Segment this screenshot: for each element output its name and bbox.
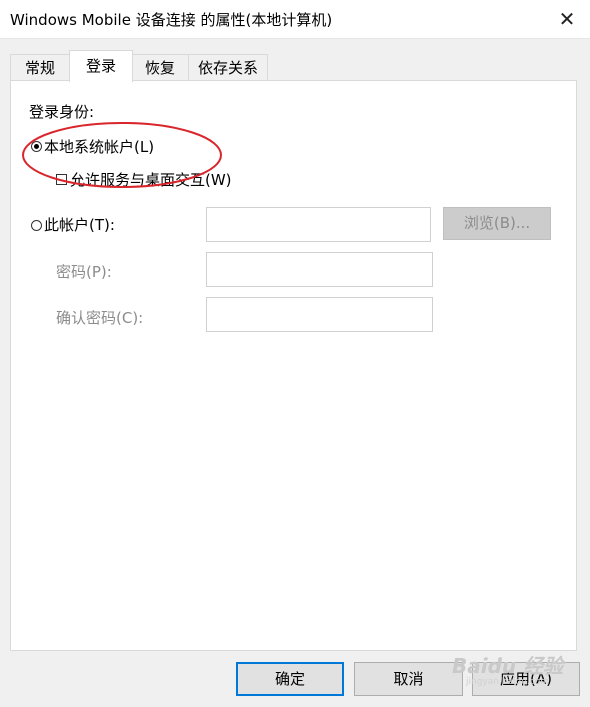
title-bar: Windows Mobile 设备连接 的属性(本地计算机) ✕ [0, 0, 590, 39]
tab-label: 常规 [24, 59, 55, 77]
logon-panel: 登录身份: 本地系统帐户(L) 允许服务与桌面交互(W) 此帐户(T): 浏览(… [10, 80, 577, 651]
tab-label: 登录 [85, 57, 116, 75]
window-title: Windows Mobile 设备连接 的属性(本地计算机) [10, 11, 333, 29]
desktop-interact-label[interactable]: 允许服务与桌面交互(W) [70, 169, 232, 190]
browse-button[interactable]: 浏览(B)... [443, 207, 551, 240]
this-account-label[interactable]: 此帐户(T): [44, 214, 115, 235]
password-input[interactable] [206, 252, 433, 287]
local-system-label[interactable]: 本地系统帐户(L) [44, 136, 154, 157]
apply-button[interactable]: 应用(A) [472, 662, 580, 696]
close-button[interactable]: ✕ [544, 0, 590, 38]
tab-logon[interactable]: 登录 [69, 50, 133, 82]
confirm-password-input[interactable] [206, 297, 433, 332]
this-account-radio[interactable] [31, 220, 42, 231]
ok-button[interactable]: 确定 [236, 662, 344, 696]
logon-as-label: 登录身份: [29, 103, 95, 121]
tab-label: 依存关系 [197, 59, 258, 77]
tab-label: 恢复 [144, 59, 175, 77]
desktop-interact-checkbox[interactable] [56, 174, 67, 185]
tab-recovery[interactable]: 恢复 [131, 54, 189, 81]
local-system-radio[interactable] [31, 141, 42, 152]
tab-dependencies[interactable]: 依存关系 [188, 54, 268, 81]
confirm-password-label: 确认密码(C): [56, 309, 144, 327]
account-input[interactable] [206, 207, 431, 242]
cancel-button[interactable]: 取消 [354, 662, 463, 696]
tab-general[interactable]: 常规 [10, 54, 70, 81]
close-icon: ✕ [558, 7, 576, 31]
password-label: 密码(P): [56, 263, 112, 281]
